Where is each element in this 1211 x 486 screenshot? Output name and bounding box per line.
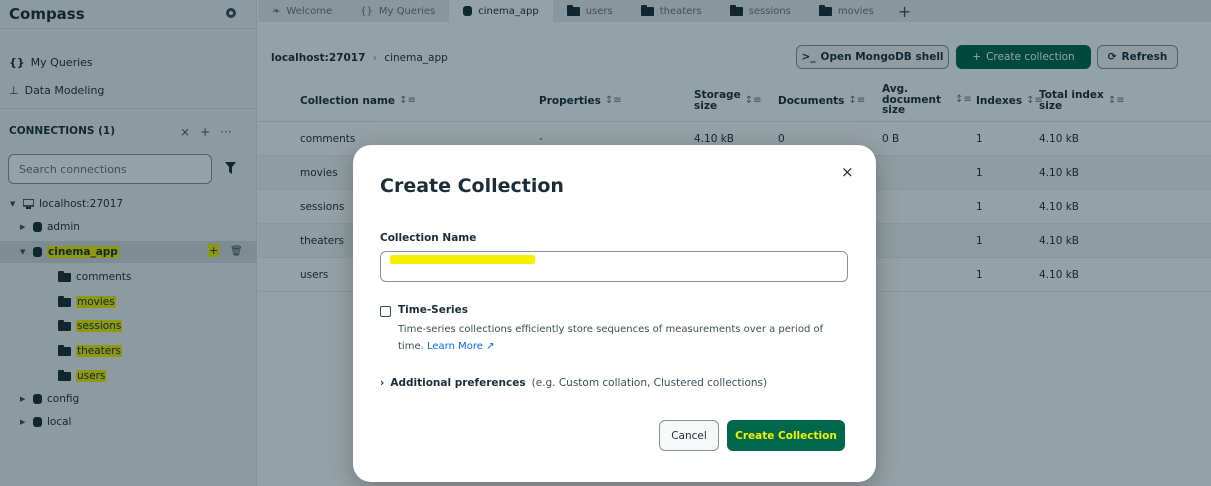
additional-hint: (e.g. Custom collation, Clustered collec… (531, 377, 768, 389)
create-collection-submit-button[interactable]: Create Collection (727, 420, 845, 451)
timeseries-checkbox[interactable] (380, 306, 391, 317)
close-icon[interactable]: × (841, 163, 854, 181)
timeseries-label: Time-Series (398, 304, 469, 316)
chevron-right-icon: › (380, 377, 385, 389)
collection-name-input[interactable] (380, 251, 848, 282)
learn-more-label: Learn More (426, 341, 483, 352)
collection-name-label: Collection Name (380, 232, 477, 244)
additional-label: Additional preferences (390, 377, 526, 389)
modal-title: Create Collection (380, 175, 564, 197)
create-collection-modal: Create Collection × Collection Name Time… (353, 145, 876, 482)
learn-more-link[interactable]: Learn More ↗ (427, 341, 495, 352)
external-link-icon: ↗ (486, 341, 495, 352)
additional-preferences-toggle[interactable]: › Additional preferences (e.g. Custom co… (380, 377, 767, 389)
timeseries-description: Time-series collections efficiently stor… (398, 321, 848, 355)
cancel-button[interactable]: Cancel (659, 420, 719, 451)
